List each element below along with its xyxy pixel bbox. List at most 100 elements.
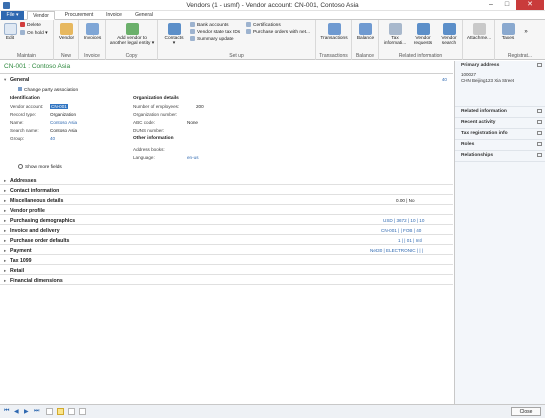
new-vendor-button[interactable]: Vendor	[57, 23, 76, 41]
group-label-registration: Registrat...	[507, 53, 533, 59]
tab-procurement[interactable]: Procurement	[60, 11, 98, 20]
fasttab-retail[interactable]: ▸ Retail	[0, 266, 453, 275]
abc-code-field[interactable]: None	[187, 120, 198, 125]
summary-update-button[interactable]: Summary update	[190, 36, 234, 43]
tab-file[interactable]: File ▾	[1, 11, 24, 20]
factbox-related-information[interactable]: Related information	[455, 107, 545, 118]
language-label: Language:	[133, 155, 155, 160]
last-record-icon[interactable]: ⏭	[34, 408, 39, 415]
fasttab-addresses[interactable]: ▸ Addresses	[0, 176, 453, 185]
name-field[interactable]: Contoso Asia	[50, 120, 77, 125]
group-field[interactable]: 40	[50, 136, 55, 141]
factbox-roles[interactable]: Roles	[455, 140, 545, 151]
fasttab-payment[interactable]: ▸ Payment Net30 | ELECTRONIC | | |	[0, 246, 453, 255]
fasttab-general[interactable]: ▾ General 40	[0, 75, 453, 84]
fasttab-financial-dimensions[interactable]: ▸ Financial dimensions	[0, 276, 453, 285]
header-divider	[0, 73, 453, 74]
change-party-association-button[interactable]: Change party association	[18, 87, 78, 93]
group-label-setup: Set up	[229, 53, 244, 59]
transactions-button[interactable]: Transactions	[318, 23, 350, 41]
factbox-pane: Primary address 100027 CHN Beijing123 Xi…	[454, 61, 545, 404]
open-window-icon[interactable]	[537, 120, 542, 124]
fasttab-miscellaneous-details[interactable]: ▸ Miscellaneous details 0.00 | No	[0, 196, 453, 205]
list-view-button[interactable]	[79, 408, 86, 415]
group-transactions: Transactions Transactions	[316, 20, 352, 60]
fasttab-summary: Net30 | ELECTRONIC | | |	[370, 248, 424, 253]
language-field[interactable]: en-us	[187, 155, 199, 160]
chevron-right-icon: ▸	[4, 208, 7, 213]
next-record-icon[interactable]: ▶	[24, 408, 29, 415]
open-window-icon[interactable]	[537, 142, 542, 146]
close-window-button[interactable]: ✕	[516, 0, 544, 10]
record-type-label: Record type:	[10, 112, 37, 117]
group-registration: Taxes » Registrat...	[495, 20, 545, 60]
balance-icon	[359, 23, 372, 35]
balance-button[interactable]: Balance	[354, 23, 377, 41]
edit-button[interactable]: Edit	[2, 23, 18, 41]
other-info-heading: Other information	[133, 136, 174, 141]
factbox-recent-activity[interactable]: Recent activity	[455, 118, 545, 129]
group-attachments: Attachme...	[463, 20, 495, 60]
factbox-title: Roles	[461, 142, 475, 147]
purchase-orders-net-button[interactable]: Purchase orders with net...	[246, 29, 310, 36]
tab-invoice[interactable]: Invoice	[102, 11, 126, 20]
factbox-primary-address[interactable]: Primary address 100027 CHN Beijing123 Xi…	[455, 61, 545, 107]
vendor-account-field[interactable]: CN-001	[50, 104, 68, 109]
fasttab-invoice-and-delivery[interactable]: ▸ Invoice and delivery CN-001 | | FOB | …	[0, 226, 453, 235]
tab-vendor[interactable]: Vendor	[27, 11, 55, 20]
vendor-search-button[interactable]: Vendor search	[437, 23, 461, 46]
tax-information-button[interactable]: Tax informati...	[382, 23, 408, 46]
grid-view-button[interactable]	[46, 408, 53, 415]
vendor-requests-button[interactable]: Vendor requests	[411, 23, 435, 46]
open-window-icon[interactable]	[537, 63, 542, 67]
show-more-fields-button[interactable]: Show more fields	[18, 164, 62, 170]
on-hold-button[interactable]: On hold ▾	[20, 30, 48, 37]
open-window-icon[interactable]	[537, 109, 542, 113]
tab-general[interactable]: General	[131, 11, 157, 20]
close-button[interactable]: Close	[511, 407, 541, 416]
search-name-label: Search name:	[10, 128, 39, 133]
invoices-button[interactable]: Invoices	[82, 23, 103, 41]
group-copy: Add vendor to another legal entity ▾ Cop…	[106, 20, 158, 60]
fasttab-purchasing-demographics[interactable]: ▸ Purchasing demographics USD | 3672 | 1…	[0, 216, 453, 225]
details-view-button[interactable]	[57, 408, 64, 415]
first-record-icon[interactable]: ⏮	[4, 408, 9, 415]
minimize-button[interactable]: –	[484, 0, 498, 10]
chevron-right-icon: ▸	[4, 188, 7, 193]
fasttab-tax-1099[interactable]: ▸ Tax 1099	[0, 256, 453, 265]
record-title: CN-001 : Contoso Asia	[4, 63, 71, 70]
bank-accounts-button[interactable]: Bank accounts	[190, 22, 228, 29]
employees-field[interactable]: 200	[196, 104, 204, 109]
factbox-title: Tax registration info	[461, 131, 508, 136]
certifications-button[interactable]: Certifications	[246, 22, 281, 29]
attachments-button[interactable]: Attachme...	[465, 23, 493, 41]
record-type-field[interactable]: Organization	[50, 112, 76, 117]
factbox-tax-registration[interactable]: Tax registration info	[455, 129, 545, 140]
vendor-state-tax-ids-button[interactable]: Vendor state tax IDs	[190, 29, 240, 36]
group-balance: Balance Balance	[352, 20, 379, 60]
previous-record-icon[interactable]: ◀	[14, 408, 19, 415]
group-label: Group:	[10, 136, 25, 141]
group-label-maintain: Maintain	[17, 53, 36, 59]
open-window-icon[interactable]	[537, 131, 542, 135]
fasttab-purchase-order-defaults[interactable]: ▸ Purchase order defaults 1 | | 01 | Int…	[0, 236, 453, 245]
delete-button[interactable]: Delete	[20, 22, 41, 29]
chevron-right-icon: ▸	[4, 258, 7, 263]
fasttab-vendor-profile[interactable]: ▸ Vendor profile	[0, 206, 453, 215]
header-view-button[interactable]	[68, 408, 75, 415]
maximize-button[interactable]: □	[500, 0, 514, 10]
duns-number-label: DUNS number:	[133, 128, 165, 133]
factbox-relationships[interactable]: Relationships	[455, 151, 545, 162]
contacts-button[interactable]: Contacts ▾	[161, 23, 187, 46]
group-maintain: Edit Delete On hold ▾ Maintain	[0, 20, 54, 60]
search-name-field[interactable]: Contoso Asia	[50, 128, 77, 133]
ribbon-more-button[interactable]: »	[521, 29, 531, 35]
ribbon-tabs: File ▾ Vendor Procurement Invoice Genera…	[0, 11, 545, 20]
taxes-button[interactable]: Taxes	[498, 23, 518, 41]
vendor-icon	[60, 23, 73, 35]
open-window-icon[interactable]	[537, 153, 542, 157]
fasttab-title: Financial dimensions	[10, 277, 63, 284]
add-vendor-to-legal-entity-button[interactable]: Add vendor to another legal entity ▾	[107, 23, 157, 46]
fasttab-contact-information[interactable]: ▸ Contact information	[0, 186, 453, 195]
status-bar: ⏮ ◀ ▶ ⏭ Close	[0, 404, 545, 418]
